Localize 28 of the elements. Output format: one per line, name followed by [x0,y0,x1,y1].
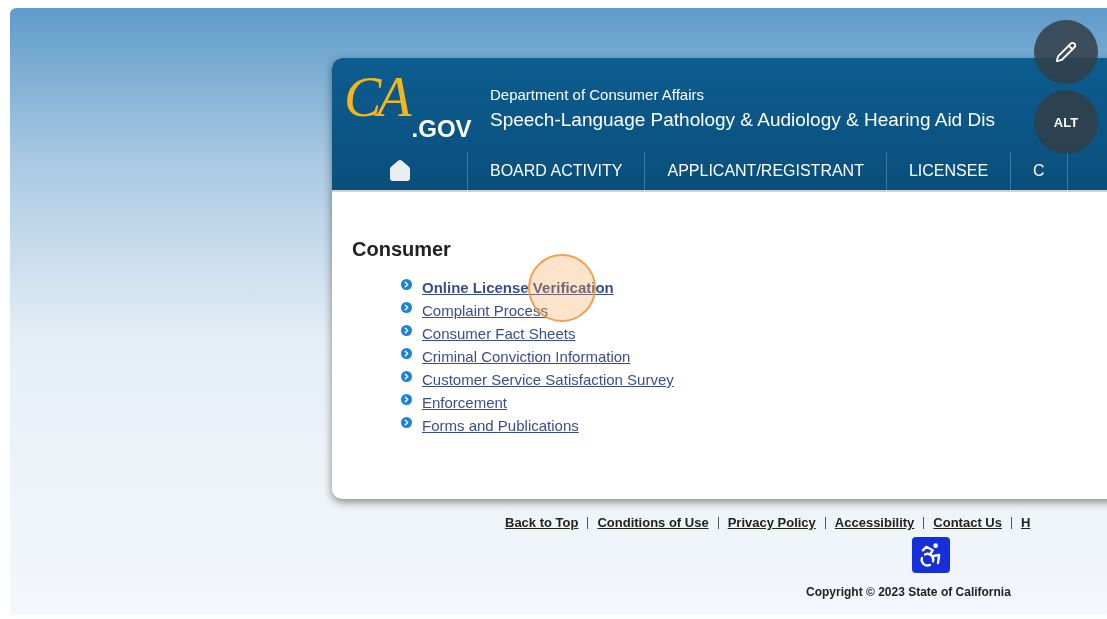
bullet-icon [401,348,412,359]
consumer-link[interactable]: Forms and Publications [422,417,579,434]
accessibility-icon[interactable] [912,537,950,573]
consumer-link[interactable]: Criminal Conviction Information [422,348,631,365]
footer-link[interactable]: Conditions of Use [587,517,718,529]
consumer-link[interactable]: Customer Service Satisfaction Survey [422,371,674,388]
bullet-icon [401,302,412,313]
bullet-icon [401,279,412,290]
department-name: Department of Consumer Affairs [490,85,705,103]
footer-link[interactable]: Back to Top [505,517,588,529]
home-icon[interactable] [387,159,412,183]
consumer-link[interactable]: Enforcement [422,394,508,411]
nav-item[interactable]: APPLICANT/REGISTRANT [645,152,887,190]
footer-link[interactable]: Contact Us [923,517,1011,529]
nav-item[interactable]: LICENSEE [886,152,1012,190]
consumer-link[interactable]: Consumer Fact Sheets [422,325,576,342]
nav-item[interactable]: BOARD ACTIVITY [468,152,646,190]
footer-link[interactable]: H [1010,517,1040,529]
footer-link[interactable]: Privacy Policy [717,517,825,529]
bullet-icon [401,325,412,336]
bullet-icon [401,371,412,382]
board-name: Speech-Language Pathology & Audiology & Hearing Aid Dis [490,108,995,131]
copyright: Copyright © 2023 State of California [806,585,1012,599]
pencil-icon [1055,41,1077,63]
bullet-icon [401,394,412,405]
bullet-icon [401,417,412,428]
section-title: Consumer [352,238,452,261]
footer-link[interactable]: Accessibility [824,517,924,529]
